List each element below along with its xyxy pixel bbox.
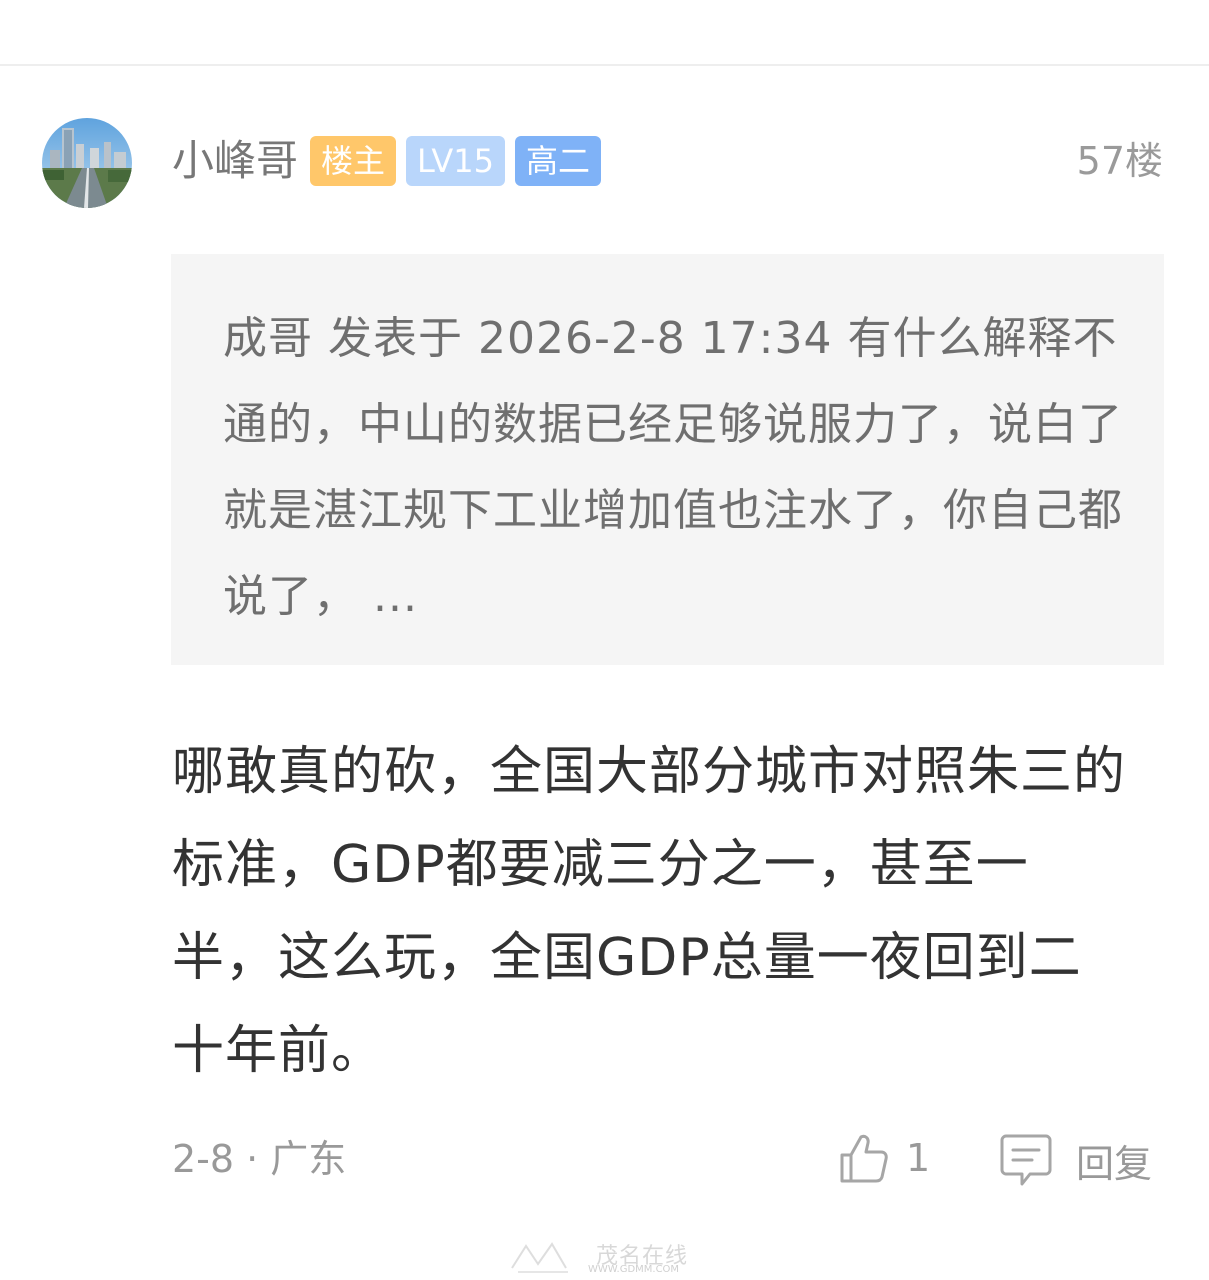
post-content: 哪敢真的砍，全国大部分城市对照朱三的标准，GDP都要减三分之一，甚至一半，这么玩… [172, 742, 1127, 1081]
comment-icon [1000, 1134, 1052, 1186]
op-badge: 楼主 [310, 136, 397, 186]
watermark-url: WWW.GDMM.COM [588, 1264, 680, 1275]
watermark: 茂名在线 WWW.GDMM.COM [508, 1238, 708, 1278]
avatar-city-image [42, 118, 132, 208]
avatar[interactable] [42, 118, 132, 208]
grade-badge: 高二 [514, 136, 601, 186]
watermark-logo-icon [511, 1242, 568, 1273]
floor-number: 57楼 [1076, 139, 1163, 183]
post-meta: 2-8 · 广东 [172, 1137, 347, 1181]
quoted-text: 成哥 发表于 2026-2-8 17:34 有什么解释不通的，中山的数据已经足够… [223, 313, 1123, 622]
quoted-reply[interactable]: 成哥 发表于 2026-2-8 17:34 有什么解释不通的，中山的数据已经足够… [171, 254, 1164, 665]
like-button[interactable]: 1 [836, 1128, 930, 1188]
reply-button[interactable]: 回复 [1000, 1130, 1152, 1190]
thumbs-up-icon [840, 1134, 888, 1183]
like-count: 1 [906, 1136, 931, 1180]
username[interactable]: 小峰哥 [172, 132, 298, 190]
level-badge: LV15 [406, 136, 505, 186]
user-info-row: 小峰哥 楼主 LV15 高二 [172, 132, 611, 190]
reply-label: 回复 [1076, 1141, 1153, 1186]
top-divider [0, 64, 1209, 66]
